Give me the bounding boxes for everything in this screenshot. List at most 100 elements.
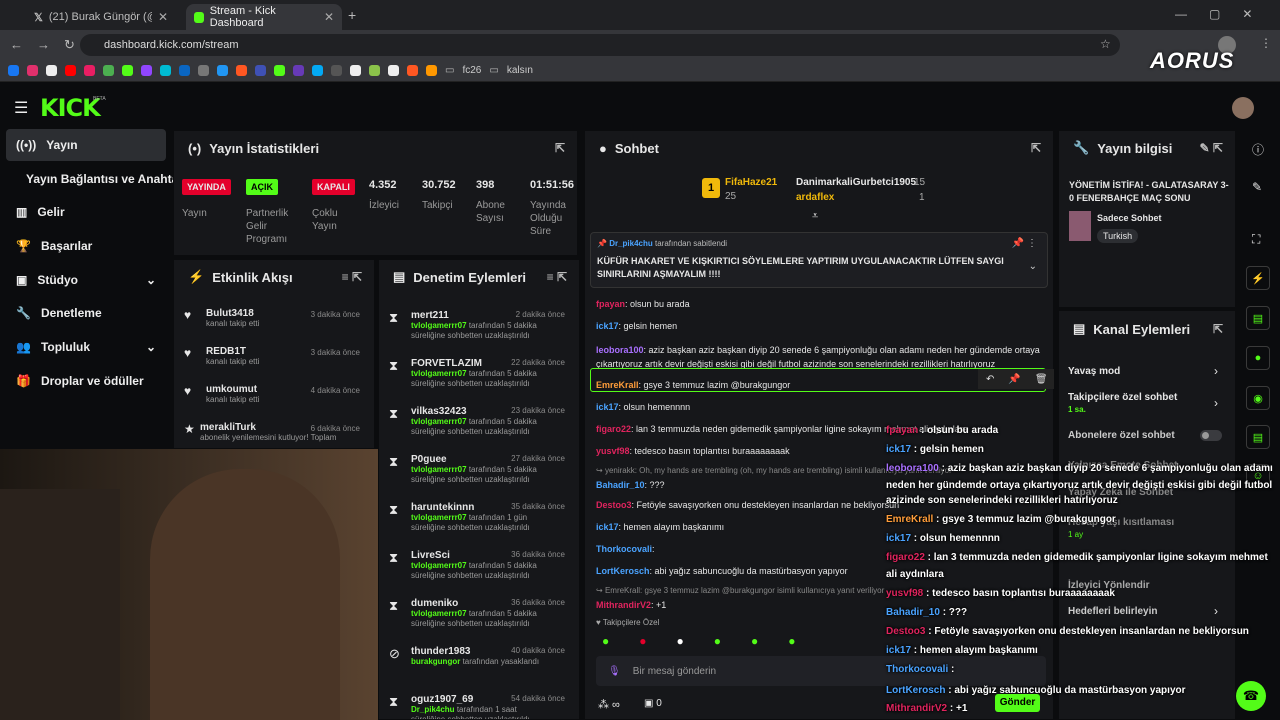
moderator-name[interactable]: tvlolgamerrr07	[411, 561, 467, 570]
bookmark-star-icon[interactable]: ☆	[1100, 37, 1111, 51]
nav-item-gelir[interactable]: ▥ Gelir	[6, 197, 166, 227]
chat-username[interactable]: leobora100	[596, 345, 644, 355]
broadcast-shortcut-icon[interactable]: ◉	[1246, 386, 1270, 410]
tab-x[interactable]: 𝕏 (21) Burak Güngör (@gungorb... ✕	[26, 4, 176, 30]
chevron-right-icon[interactable]: ›	[1214, 396, 1218, 410]
chat-username[interactable]: Thorkocovali	[596, 544, 652, 554]
bookmark-folder-kalsin[interactable]: kalsın	[507, 65, 533, 76]
bookmark-icon[interactable]	[407, 65, 418, 76]
chat-username[interactable]: Destoo3	[596, 500, 632, 510]
bookmark-icon[interactable]	[198, 65, 209, 76]
action-goals[interactable]: Hedefleri belirleyin	[1068, 606, 1157, 617]
nav-buttons[interactable]: ←→↻	[10, 37, 89, 53]
mic-icon[interactable]: 🎙	[608, 666, 621, 677]
bookmark-icon[interactable]	[388, 65, 399, 76]
bookmark-icon[interactable]	[293, 65, 304, 76]
chat-username[interactable]: ick17	[596, 321, 619, 331]
chevron-right-icon[interactable]: ›	[1214, 604, 1218, 618]
tag-pill[interactable]: Turkish	[1097, 229, 1139, 243]
action-subs-only[interactable]: Abonelere özel sohbet	[1068, 430, 1175, 441]
info-icon[interactable]: ⓘ	[1252, 141, 1264, 158]
list-shortcut-icon[interactable]: ▤	[1246, 425, 1270, 449]
action-slow-mode[interactable]: Yavaş mod	[1068, 366, 1120, 377]
popout-icon[interactable]: ⇱	[1031, 141, 1041, 155]
moderator-name[interactable]: Dr_pik4chu	[411, 705, 455, 714]
document-shortcut-icon[interactable]: ▤	[1246, 306, 1270, 330]
user-avatar[interactable]	[1232, 97, 1254, 119]
emote-icon[interactable]: ●	[677, 634, 684, 652]
chevron-right-icon[interactable]: ›	[1214, 364, 1218, 378]
bookmark-icon[interactable]	[103, 65, 114, 76]
action-followers-only[interactable]: Takipçilere özel sohbet	[1068, 392, 1177, 403]
bookmark-icon[interactable]	[331, 65, 342, 76]
support-button[interactable]: ☎	[1236, 681, 1266, 711]
bookmark-icon[interactable]	[426, 65, 437, 76]
nav-item-stream-key[interactable]: Yayın Bağlantısı ve Anahtarı	[6, 164, 186, 194]
bolt-shortcut-icon[interactable]: ⚡	[1246, 266, 1270, 290]
hamburger-icon[interactable]: ☰	[14, 98, 28, 118]
nav-item-topluluk[interactable]: 👥 Topluluk ⌄	[6, 332, 166, 362]
collapse-icon[interactable]: ⩡	[812, 210, 818, 223]
message-actions[interactable]: ↶ 📌 🗑	[978, 369, 1054, 389]
send-button[interactable]: Gönder	[995, 694, 1040, 712]
emote-icon[interactable]: ●	[639, 634, 646, 652]
edit-popout-icons[interactable]: ✎ ⇱	[1200, 141, 1223, 155]
nav-item-yayin[interactable]: ((•)) Yayın	[6, 129, 166, 161]
chat-shortcut-icon[interactable]: ●	[1246, 346, 1270, 370]
bookmark-folder-fc26[interactable]: fc26	[462, 65, 481, 76]
moderator-name[interactable]: burakgungor	[411, 657, 460, 666]
url-field[interactable]: dashboard.kick.com/stream	[80, 34, 1120, 56]
moderator-name[interactable]: tvlolgamerrr07	[411, 369, 467, 378]
tab-kick[interactable]: Stream - Kick Dashboard ✕	[186, 4, 342, 30]
pinned-by-user[interactable]: Dr_pik4chu	[609, 239, 653, 248]
nav-item-denetleme[interactable]: 🔧 Denetleme	[6, 298, 166, 328]
subs-only-toggle[interactable]	[1200, 430, 1222, 441]
nav-item-droplar[interactable]: 🎁 Droplar ve ödüller	[6, 366, 166, 396]
chat-input[interactable]: 🎙 Bir mesaj gönderin	[596, 656, 1046, 686]
nav-item-studyo[interactable]: ▣ Stüdyo ⌄	[6, 265, 166, 295]
moderator-name[interactable]: tvlolgamerrr07	[411, 321, 467, 330]
bookmark-icon[interactable]	[255, 65, 266, 76]
chat-username[interactable]: ick17	[596, 402, 619, 412]
emote-icon[interactable]: ●	[714, 634, 721, 652]
top-gifter-name[interactable]: DanimarkaliGurbetci1905	[796, 177, 916, 188]
bookmark-icon[interactable]	[369, 65, 380, 76]
moderator-name[interactable]: tvlolgamerrr07	[411, 513, 467, 522]
new-tab-button[interactable]: +	[348, 7, 356, 23]
moderator-name[interactable]: tvlolgamerrr07	[411, 609, 467, 618]
bookmark-icon[interactable]	[160, 65, 171, 76]
bookmark-icon[interactable]	[217, 65, 228, 76]
top-gifter-name[interactable]: FifaHaze21	[725, 177, 777, 188]
instagram-icon[interactable]	[27, 65, 38, 76]
close-icon[interactable]: ✕	[158, 10, 168, 24]
nav-item-basarilar[interactable]: 🏆 Başarılar	[6, 231, 166, 261]
chat-username[interactable]: Bahadir_10	[596, 480, 645, 490]
filter-popout-icons[interactable]: ≡ ⇱	[547, 270, 567, 284]
popout-icon[interactable]: ⇱	[1213, 322, 1223, 336]
popout-icon[interactable]: ⇱	[555, 141, 565, 155]
reply-icon[interactable]: ↶	[986, 374, 994, 385]
bookmark-icon[interactable]	[84, 65, 95, 76]
filter-popout-icons[interactable]: ≡ ⇱	[342, 270, 362, 284]
twitch-icon[interactable]	[141, 65, 152, 76]
kick-logo[interactable]: KICK	[40, 94, 101, 122]
chat-username[interactable]: yusvf98	[596, 446, 630, 456]
bookmark-icon[interactable]	[312, 65, 323, 76]
delete-icon[interactable]: 🗑	[1035, 374, 1048, 385]
chevron-down-icon[interactable]: ⌄	[1029, 261, 1037, 272]
focus-icon[interactable]: ⛶	[1252, 232, 1260, 247]
moderator-name[interactable]: tvlolgamerrr07	[411, 465, 467, 474]
chat-username[interactable]: MithrandirV2	[596, 600, 651, 610]
pinned-actions[interactable]: 📌 ⋮	[1012, 238, 1037, 249]
chat-username[interactable]: fpayan	[596, 299, 625, 309]
chat-username[interactable]: ick17	[596, 522, 619, 532]
emote-icon[interactable]: ●	[751, 634, 758, 652]
bookmark-icon[interactable]	[236, 65, 247, 76]
bookmark-icon[interactable]	[274, 65, 285, 76]
bookmark-icon[interactable]	[350, 65, 361, 76]
top-gifter-name[interactable]: ardaflex	[796, 192, 834, 203]
emote-icon[interactable]: ●	[602, 634, 609, 652]
facebook-icon[interactable]	[8, 65, 19, 76]
close-icon[interactable]: ✕	[324, 10, 334, 24]
chat-username[interactable]: LortKerosch	[596, 566, 650, 576]
